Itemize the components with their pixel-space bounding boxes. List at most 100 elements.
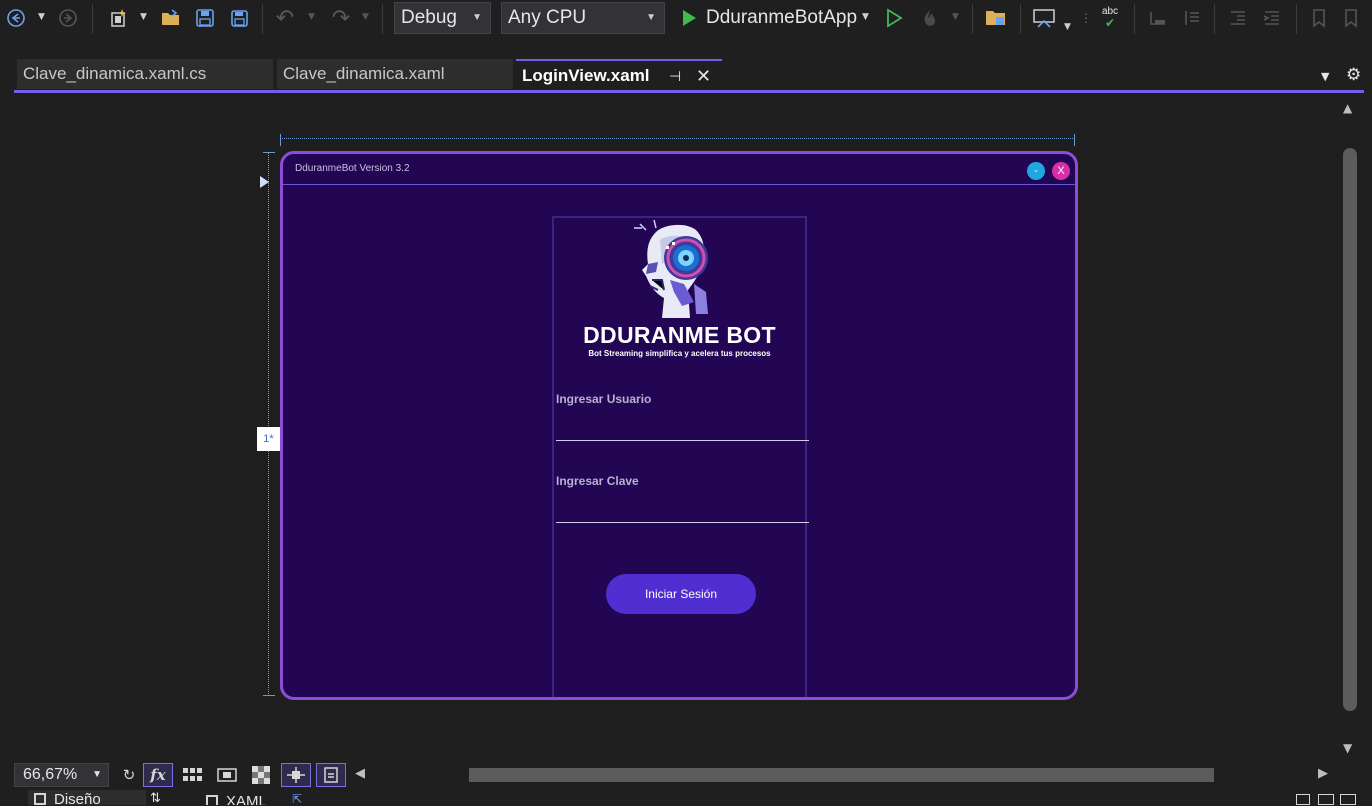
- xaml-view-tab[interactable]: XAML: [196, 790, 286, 805]
- hot-reload-icon[interactable]: [916, 5, 944, 31]
- new-project-icon[interactable]: [104, 5, 134, 31]
- document-tab-strip: Clave_dinamica.xaml.cs Clave_dinamica.xa…: [0, 56, 1372, 94]
- row-size-label: 1*: [263, 433, 274, 445]
- scroll-up-icon[interactable]: ▲: [1343, 101, 1352, 115]
- toolbar-separator: [972, 4, 973, 34]
- close-label: X: [1057, 165, 1065, 177]
- hot-reload-dropdown-icon[interactable]: ▼: [952, 12, 959, 22]
- layout-dropdown-icon[interactable]: ▼: [1064, 22, 1071, 32]
- start-dropdown-icon[interactable]: ▼: [862, 12, 869, 22]
- tab-list-dropdown-icon[interactable]: ▼: [1321, 70, 1329, 83]
- design-view-tab[interactable]: Diseño: [28, 790, 146, 805]
- toolbar-separator: [1296, 4, 1297, 34]
- collapse-pane-icon[interactable]: [1340, 794, 1356, 805]
- toolbar-separator: [1134, 4, 1135, 34]
- increase-indent-icon[interactable]: [1258, 5, 1286, 31]
- redo-dropdown-icon[interactable]: ▼: [362, 12, 369, 22]
- toolbar-separator: [382, 4, 383, 34]
- swap-panes-icon[interactable]: ⇅: [150, 791, 161, 806]
- row-marker-arrow-icon[interactable]: [260, 176, 269, 188]
- preview-app-icon[interactable]: [1030, 5, 1058, 31]
- effects-toggle-button[interactable]: fx: [143, 763, 173, 787]
- brand-title: DDURANME BOT: [583, 322, 776, 348]
- fx-label: fx: [150, 766, 166, 784]
- toolbar-separator: [1020, 4, 1021, 34]
- minimize-button[interactable]: -: [1027, 162, 1045, 180]
- title-bar-divider: [283, 184, 1075, 185]
- brand-tagline: Bot Streaming simplifica y acelera tus p…: [588, 349, 771, 358]
- solution-explorer-icon[interactable]: [982, 5, 1010, 31]
- zoom-select[interactable]: 66,67% ▼: [14, 763, 109, 787]
- start-debug-icon[interactable]: [678, 5, 700, 31]
- password-input[interactable]: [556, 498, 809, 523]
- solution-platform-value: Any CPU: [508, 7, 587, 28]
- close-button[interactable]: X: [1052, 162, 1070, 180]
- undo-icon[interactable]: ↶: [272, 5, 298, 31]
- checkmark-icon: ✔: [1104, 16, 1116, 30]
- grid-icon[interactable]: [178, 763, 208, 787]
- tab-loginview-xaml[interactable]: LoginView.xaml ⊣ ✕: [516, 59, 722, 89]
- open-folder-icon[interactable]: [158, 5, 184, 31]
- main-toolbar: ▼ ▼ ↶ ▼ ↷ ▼ Debug ▼ Any CPU ▼ DduranmeBo…: [0, 0, 1372, 38]
- redo-icon[interactable]: ↷: [328, 5, 354, 31]
- xaml-icon: [206, 795, 218, 805]
- solution-configuration-select[interactable]: Debug ▼: [394, 2, 491, 34]
- horizontal-split-icon[interactable]: [1318, 794, 1334, 805]
- close-icon[interactable]: ✕: [696, 61, 711, 91]
- back-icon[interactable]: [4, 5, 28, 31]
- login-panel: DDURANME BOT Bot Streaming simplifica y …: [552, 216, 809, 697]
- decrease-indent-icon[interactable]: [1224, 5, 1252, 31]
- toggle-comment-icon[interactable]: [1144, 5, 1172, 31]
- chevron-down-icon: ▼: [92, 769, 102, 780]
- gear-icon[interactable]: ⚙: [1346, 65, 1361, 85]
- refresh-icon[interactable]: ↻: [114, 763, 144, 787]
- solution-platform-select[interactable]: Any CPU ▼: [501, 2, 665, 34]
- column-guide-tick: [1074, 134, 1075, 146]
- window-title: DduranmeBot Version 3.2: [295, 163, 410, 174]
- password-label: Ingresar Clave: [556, 474, 639, 488]
- tab-clave-dinamica-cs[interactable]: Clave_dinamica.xaml.cs: [17, 59, 273, 89]
- toolbar-separator: [92, 4, 93, 34]
- vertical-scroll-thumb[interactable]: [1343, 148, 1357, 711]
- start-project-button[interactable]: DduranmeBotApp: [706, 5, 857, 31]
- username-label: Ingresar Usuario: [556, 392, 652, 406]
- next-bookmark-icon[interactable]: [1338, 5, 1364, 31]
- device-preview-icon[interactable]: [212, 763, 242, 787]
- new-dropdown-icon[interactable]: ▼: [140, 12, 147, 22]
- horizontal-scroll-thumb[interactable]: [469, 768, 1214, 782]
- row-size-marker[interactable]: 1*: [257, 427, 280, 451]
- login-window-preview[interactable]: DduranmeBot Version 3.2 - X DDURANME BOT…: [280, 151, 1078, 700]
- snap-to-snaplines-icon[interactable]: [316, 763, 346, 787]
- row-guide-tick: [263, 695, 275, 696]
- zoom-value: 66,67%: [23, 766, 78, 783]
- row-guide: [268, 152, 269, 696]
- scroll-right-icon[interactable]: ▶: [1318, 766, 1328, 781]
- undo-dropdown-icon[interactable]: ▼: [308, 12, 315, 22]
- toolbar-separator: [262, 4, 263, 34]
- snap-to-gridlines-icon[interactable]: [281, 763, 311, 787]
- start-without-debug-icon[interactable]: [882, 5, 906, 31]
- popout-xaml-icon[interactable]: ⇱: [292, 792, 302, 806]
- tab-clave-dinamica-xaml[interactable]: Clave_dinamica.xaml: [277, 59, 513, 89]
- login-button[interactable]: Iniciar Sesión: [606, 574, 756, 614]
- tab-label: Clave_dinamica.xaml: [283, 64, 445, 83]
- bookmark-icon[interactable]: [1306, 5, 1332, 31]
- uncomment-icon[interactable]: [1178, 5, 1206, 31]
- tab-label: Clave_dinamica.xaml.cs: [23, 64, 207, 83]
- toolbar-separator: [1214, 4, 1215, 34]
- vertical-split-icon[interactable]: [1296, 794, 1310, 805]
- minimize-label: -: [1034, 165, 1038, 177]
- pin-icon[interactable]: ⊣: [669, 61, 681, 91]
- checkerboard-icon[interactable]: [246, 763, 276, 787]
- save-all-icon[interactable]: [226, 5, 252, 31]
- forward-icon[interactable]: [56, 5, 80, 31]
- spell-check-icon[interactable]: abc ✔: [1096, 5, 1124, 31]
- tab-label: LoginView.xaml: [522, 66, 650, 85]
- back-dropdown-icon[interactable]: ▼: [38, 12, 45, 22]
- scroll-left-icon[interactable]: ◀: [355, 766, 365, 781]
- username-input[interactable]: [556, 416, 809, 441]
- grip-icon: ⋮: [1080, 11, 1092, 25]
- scroll-down-icon[interactable]: ▼: [1343, 741, 1352, 755]
- save-icon[interactable]: [192, 5, 218, 31]
- xaml-tab-label: XAML: [226, 793, 267, 805]
